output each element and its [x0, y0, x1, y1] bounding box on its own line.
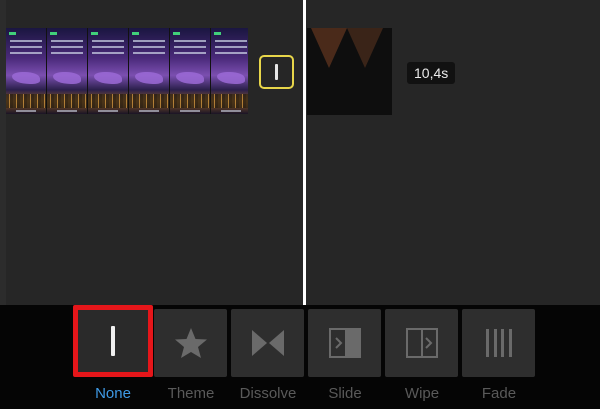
clip-duration-badge: 10,4s — [407, 62, 456, 84]
clip-frame — [211, 28, 248, 114]
transition-dissolve-button[interactable] — [231, 309, 304, 377]
video-clip-1[interactable] — [6, 28, 248, 114]
transition-marker-button[interactable] — [259, 55, 294, 89]
slide-icon — [328, 328, 361, 358]
transition-slide-button[interactable] — [308, 309, 381, 377]
transition-picker: None Theme Dissolve Slide Wipe Fade — [0, 305, 600, 409]
clip-frame — [170, 28, 211, 114]
transition-wipe-label: Wipe — [404, 385, 440, 402]
bars-icon — [485, 329, 512, 357]
playhead[interactable] — [303, 0, 306, 305]
transition-none-button[interactable] — [73, 305, 153, 377]
timeline[interactable]: 10,4s — [0, 0, 600, 305]
transition-fade-button[interactable] — [462, 309, 535, 377]
transition-dissolve-label: Dissolve — [239, 385, 297, 402]
video-clip-2[interactable] — [307, 28, 392, 115]
transition-slide-label: Slide — [328, 385, 362, 402]
clip-frame — [6, 28, 47, 114]
star-icon — [174, 328, 207, 358]
transition-theme-label: Theme — [167, 385, 215, 402]
wipe-icon — [405, 328, 438, 358]
line-icon — [111, 326, 115, 356]
transition-none-icon — [275, 64, 278, 80]
transition-theme-button[interactable] — [154, 309, 227, 377]
clip-frame — [129, 28, 170, 114]
clip-frame — [47, 28, 88, 114]
bowtie-icon — [251, 330, 284, 356]
transition-wipe-button[interactable] — [385, 309, 458, 377]
transition-fade-label: Fade — [481, 385, 517, 402]
transition-none-label: None — [95, 385, 131, 402]
clip-frame — [88, 28, 129, 114]
